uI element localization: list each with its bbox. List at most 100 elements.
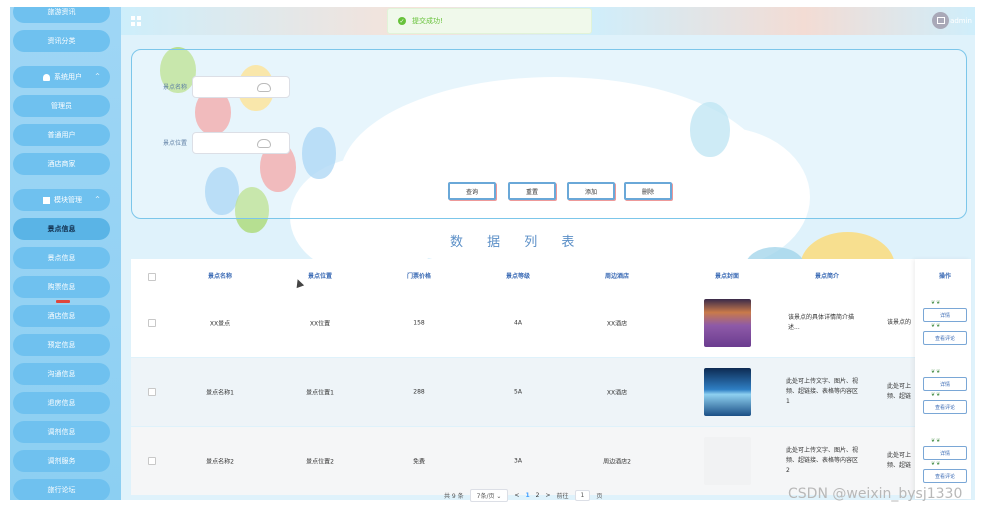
- view-comments-button[interactable]: 查看评论: [923, 469, 967, 483]
- detail-button[interactable]: 详情: [923, 377, 967, 391]
- sidebar-item-travel-forum[interactable]: 旅行论坛: [13, 479, 110, 500]
- vine-decoration-icon: ❦❦: [931, 323, 942, 329]
- row-checkbox[interactable]: [148, 319, 156, 327]
- prev-page-button[interactable]: <: [514, 492, 519, 499]
- page-1-button[interactable]: 1: [525, 492, 529, 499]
- cell-intro: 该景点的具体详情简介描述...: [788, 314, 855, 331]
- detail-button[interactable]: 详情: [923, 446, 967, 460]
- col-header-hotel: 周边酒店: [604, 273, 630, 280]
- sidebar-item-ticket-info[interactable]: 购票信息: [13, 276, 110, 298]
- sidebar-scroll-marker: [56, 300, 70, 303]
- sidebar-group-modules[interactable]: 模块管理 ^: [13, 189, 110, 211]
- cell-intro: 此处可上传文字、图片、视频、超链接、表格等内容区2: [786, 447, 859, 474]
- pagination: 共 9 条 7条/页 ⌄ < 1 2 > 前往 1 页: [444, 488, 603, 502]
- page-2-button[interactable]: 2: [536, 492, 540, 499]
- sidebar-item-admin[interactable]: 管理员: [13, 95, 110, 117]
- table-row: 景点名称2 景点位置2 免费 3A 周边酒店2 此处可上传文字、图片、视频、超链…: [131, 427, 969, 495]
- admin-username[interactable]: admin: [950, 17, 972, 25]
- cell-intro: 此处可上传文字、图片、视频、超链接、表格等内容区1: [786, 378, 859, 405]
- sidebar-group-label: 系统用户: [54, 73, 82, 81]
- sidebar-item-scenic-info-2[interactable]: 景点信息: [13, 247, 110, 269]
- cell-name: 景点名称1: [206, 389, 234, 397]
- cover-image-empty: [704, 437, 751, 485]
- query-button[interactable]: 查询: [448, 182, 496, 200]
- col-header-intro: 景点简介: [814, 273, 840, 280]
- col-header-cover: 景点封面: [714, 273, 740, 280]
- page-size-value: 7条/页: [476, 492, 495, 500]
- view-comments-button[interactable]: 查看评论: [923, 400, 967, 414]
- sidebar-item-hotel-info[interactable]: 酒店信息: [13, 305, 110, 327]
- sidebar-item-checkout-info[interactable]: 退房信息: [13, 392, 110, 414]
- pagination-total: 共 9 条: [444, 492, 464, 500]
- chevron-up-icon: ^: [94, 73, 100, 80]
- detail-button[interactable]: 详情: [923, 308, 967, 322]
- cloud-icon: [257, 83, 271, 92]
- cell-price: 免费: [412, 458, 426, 466]
- data-list-title: 数 据 列 表: [450, 235, 585, 250]
- scenic-location-label: 景点位置: [163, 140, 188, 147]
- scenic-table: 景点名称 景点位置 门票价格 景点等级 周边酒店 景点封面 景点简介 XX景点 …: [131, 255, 971, 500]
- table-row: XX景点 XX位置 158 4A XX酒店 该景点的具体详情简介描述... 该景…: [131, 289, 969, 357]
- success-toast: ✓ 提交成功!: [387, 8, 592, 34]
- sidebar-item-normal-user[interactable]: 普通用户: [13, 124, 110, 146]
- add-button[interactable]: 添加: [567, 182, 615, 200]
- sidebar-item-adjust-info[interactable]: 调剂信息: [13, 421, 110, 443]
- cell-level: 4A: [514, 319, 522, 327]
- sidebar-item-adjust-service[interactable]: 调剂服务: [13, 450, 110, 472]
- cell-name: XX景点: [209, 320, 231, 328]
- table-header: 景点名称 景点位置 门票价格 景点等级 周边酒店 景点封面 景点简介: [131, 259, 969, 289]
- scenic-name-input[interactable]: [192, 76, 290, 98]
- cover-image-lavender: [704, 299, 751, 347]
- sidebar-group-label: 模块管理: [54, 196, 82, 204]
- cell-level: 5A: [514, 388, 522, 396]
- cell-hotel: 周边酒店2: [603, 458, 631, 466]
- scenic-location-input[interactable]: [192, 132, 290, 154]
- cell-price: 158: [413, 319, 425, 327]
- toast-message: 提交成功!: [412, 17, 443, 25]
- cell-level: 3A: [514, 457, 522, 465]
- avatar[interactable]: [932, 12, 949, 29]
- scenic-name-label: 景点名称: [163, 84, 188, 91]
- col-header-price: 门票价格: [406, 273, 432, 280]
- cell-location: 景点位置1: [306, 389, 334, 397]
- row-checkbox[interactable]: [148, 457, 156, 465]
- page-size-select[interactable]: 7条/页 ⌄: [469, 488, 509, 502]
- row-checkbox[interactable]: [148, 388, 156, 396]
- select-all-checkbox[interactable]: [148, 273, 156, 281]
- vine-decoration-icon: ❦❦: [931, 369, 942, 375]
- cell-location: 景点位置2: [306, 458, 334, 466]
- sidebar-item-scenic-info[interactable]: 景点信息: [13, 218, 110, 240]
- vine-decoration-icon: ❦❦: [931, 300, 942, 306]
- sidebar-item-travel-news[interactable]: 旅游资讯: [13, 7, 110, 23]
- vine-decoration-icon: ❦❦: [931, 461, 942, 467]
- cell-price: 288: [413, 388, 425, 396]
- cell-location: XX位置: [309, 320, 331, 328]
- col-header-name: 景点名称: [207, 273, 233, 280]
- sidebar-item-hotel-merchant[interactable]: 酒店商家: [13, 153, 110, 175]
- image-icon: [936, 17, 945, 24]
- col-header-level: 景点等级: [505, 273, 531, 280]
- view-comments-button[interactable]: 查看评论: [923, 331, 967, 345]
- menu-toggle-icon[interactable]: [131, 16, 141, 26]
- sidebar: 旅游资讯 资讯分类 系统用户 ^ 管理员 普通用户 酒店商家 模块管理 ^ 景点…: [10, 7, 121, 500]
- reset-button[interactable]: 重置: [508, 182, 556, 200]
- next-page-button[interactable]: >: [545, 492, 550, 499]
- check-circle-icon: ✓: [398, 17, 406, 25]
- cloud-icon: [257, 139, 271, 148]
- cell-hotel: XX酒店: [606, 320, 628, 328]
- sidebar-group-system-users[interactable]: 系统用户 ^: [13, 66, 110, 88]
- goto-page-input[interactable]: 1: [574, 489, 591, 501]
- sidebar-item-booking-info[interactable]: 预定信息: [13, 334, 110, 356]
- col-header-location: 景点位置: [307, 273, 333, 280]
- table-row: 景点名称1 景点位置1 288 5A XX酒店 此处可上传文字、图片、视频、超链…: [131, 358, 969, 426]
- sidebar-item-communication-info[interactable]: 沟通信息: [13, 363, 110, 385]
- vine-decoration-icon: ❦❦: [931, 392, 942, 398]
- grid-icon: [43, 196, 50, 204]
- cover-image-sea: [704, 368, 751, 416]
- cell-hotel: XX酒店: [606, 389, 628, 397]
- cell-intro-overflow: 此处可上 频、超链: [887, 452, 912, 469]
- delete-button[interactable]: 删除: [624, 182, 672, 200]
- page-unit-label: 页: [596, 492, 603, 500]
- sidebar-item-news-category[interactable]: 资讯分类: [13, 30, 110, 52]
- user-icon: [43, 73, 50, 81]
